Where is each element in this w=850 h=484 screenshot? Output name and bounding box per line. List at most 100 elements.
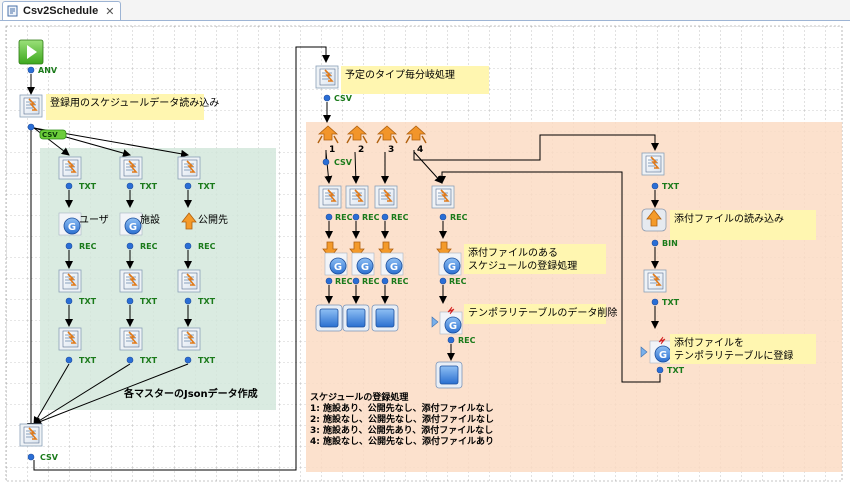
sched-1-get-out-port[interactable]	[325, 277, 333, 285]
public-json-node-1[interactable]	[177, 156, 201, 180]
branch-note: 予定のタイプ毎分岐処理	[345, 68, 455, 81]
facility-get-out-port-label: REC	[140, 242, 158, 251]
branch-number-3: 3	[388, 145, 394, 155]
attach-temp-out-port[interactable]	[656, 366, 664, 374]
sched-4-get-node-letter: G	[448, 262, 456, 273]
public-json-node-2[interactable]	[177, 269, 201, 293]
user-json-node-1[interactable]	[58, 156, 82, 180]
facility-json-node-3[interactable]	[119, 327, 143, 351]
sched-1-json-out-port-label: REC	[335, 213, 353, 222]
sched-4-end-node[interactable]	[435, 361, 463, 389]
sched-3-get-node[interactable]: G	[380, 252, 404, 276]
flow-canvas[interactable]: G G G G G G G G ANV 登録用のスケジュールデータ読み込み CSV TXT REC TX…	[0, 21, 850, 484]
branch-1-out-port[interactable]	[322, 158, 330, 166]
tab-csv2schedule[interactable]: Csv2Schedule ✕	[2, 1, 122, 20]
public-get-out-port[interactable]	[184, 242, 192, 250]
attach-json-node[interactable]	[641, 152, 665, 176]
user-get-node-letter: G	[68, 222, 76, 233]
attach-temp-note-line-1: 添付ファイルを	[674, 336, 744, 349]
public-json-node-3[interactable]	[177, 327, 201, 351]
public-get-out-port-label: REC	[198, 242, 216, 251]
read-schedule-out-port[interactable]	[27, 123, 35, 131]
facility-json-3-out-port[interactable]	[126, 356, 134, 364]
attach-read-out-port[interactable]	[651, 239, 659, 247]
sched-3-get-node-letter: G	[390, 262, 398, 273]
facility-json-node-2[interactable]	[119, 269, 143, 293]
facility-json-2-out-port[interactable]	[126, 297, 134, 305]
branch-read-node[interactable]	[315, 65, 339, 89]
sched-1-json-node[interactable]	[318, 185, 342, 209]
sched-2-json-node[interactable]	[345, 185, 369, 209]
flow-diagram[interactable]: G G G G G G G G ANV 登録用のスケジュールデータ読み込み CSV TXT REC TX…	[0, 21, 850, 484]
attach-read-out-port-label: BIN	[662, 239, 678, 248]
attach-temp-out-port-label: TXT	[667, 366, 685, 375]
start-any-port-label: ANV	[38, 66, 58, 75]
user-get-out-port[interactable]	[65, 242, 73, 250]
sched-3-json-node[interactable]	[374, 185, 398, 209]
facility-get-node[interactable]: G	[119, 212, 143, 236]
attach-register-note-line-1: 添付ファイルのある	[468, 246, 558, 259]
sched-4-get-out-label: REC	[449, 277, 467, 286]
sched-4-json-node[interactable]	[431, 185, 455, 209]
facility-label: 施設	[140, 213, 160, 226]
sched-2-end-node-face	[346, 308, 366, 328]
attach-json-out-port[interactable]	[651, 182, 659, 190]
sched-3-end-node[interactable]	[371, 304, 399, 332]
attach-temp-node-letter: G	[659, 350, 667, 361]
attach-read-note: 添付ファイルの読み込み	[674, 212, 784, 225]
facility-get-out-port[interactable]	[126, 242, 134, 250]
sched-4-get-node[interactable]: G	[438, 252, 462, 276]
attach-convert-node[interactable]	[643, 269, 667, 293]
sched-1-end-node[interactable]	[315, 304, 343, 332]
public-json-3-out-port[interactable]	[184, 356, 192, 364]
user-json-2-out-port-label: TXT	[79, 297, 97, 306]
user-label: ユーザ	[79, 214, 109, 226]
user-json-2-out-port[interactable]	[65, 297, 73, 305]
public-json-2-out-port-label: TXT	[198, 297, 216, 306]
schedule-explain-line-1: スケジュールの登録処理	[310, 391, 408, 403]
sched-2-json-out-port[interactable]	[352, 213, 360, 221]
public-json-1-out-port[interactable]	[184, 182, 192, 190]
sched-4-json-out-port[interactable]	[439, 213, 447, 221]
sched-3-json-out-port[interactable]	[381, 213, 389, 221]
tab-title: Csv2Schedule	[23, 5, 99, 17]
sched-1-get-node[interactable]: G	[324, 252, 348, 276]
sched-4-json-out-port-label: REC	[450, 213, 468, 222]
attach-json-out-port-label: TXT	[662, 182, 680, 191]
start-any-port[interactable]	[27, 66, 35, 74]
branch-number-2: 2	[358, 145, 364, 155]
user-json-node-3[interactable]	[58, 327, 82, 351]
sched-2-get-node[interactable]: G	[351, 252, 375, 276]
temp-delete-out-port[interactable]	[447, 336, 455, 344]
attach-temp-note-line-2: テンポラリテーブルに登録	[674, 349, 793, 362]
sched-2-end-node[interactable]	[342, 304, 370, 332]
facility-json-3-out-port-label: TXT	[140, 356, 158, 365]
public-json-2-out-port[interactable]	[184, 297, 192, 305]
branch-read-out-port[interactable]	[323, 94, 331, 102]
sched-4-get-out-port[interactable]	[439, 277, 447, 285]
sched-2-json-out-label: REC	[362, 213, 380, 222]
user-json-1-out-port[interactable]	[65, 182, 73, 190]
user-json-3-out-port[interactable]	[65, 356, 73, 364]
read-schedule-note: 登録用のスケジュールデータ読み込み	[50, 96, 219, 109]
sched-1-json-out-port[interactable]	[325, 213, 333, 221]
facility-json-node-1[interactable]	[119, 156, 143, 180]
attach-register-note-line-2: スケジュールの登録処理	[468, 259, 577, 272]
sched-3-get-out-port[interactable]	[381, 277, 389, 285]
selected-link-marker-label: CSV	[42, 131, 58, 139]
temp-delete-node[interactable]: G	[439, 311, 463, 335]
facility-json-1-out-port[interactable]	[126, 182, 134, 190]
user-json-3-out-port-label: TXT	[79, 356, 97, 365]
attach-temp-node[interactable]: G	[649, 340, 673, 364]
start-node[interactable]	[18, 39, 44, 65]
user-json-node-2[interactable]	[58, 269, 82, 293]
merge-csv-node[interactable]	[19, 423, 43, 447]
sched-2-get-node-letter: G	[361, 262, 369, 273]
read-schedule-node[interactable]	[19, 94, 43, 118]
sched-2-get-out-port[interactable]	[352, 277, 360, 285]
user-get-node[interactable]: G	[58, 212, 82, 236]
attach-convert-out-port[interactable]	[651, 298, 659, 306]
schedule-explain-line-4: 3: 施設あり、公開先あり、添付ファイルなし	[310, 424, 493, 436]
merge-csv-out-port[interactable]	[27, 453, 35, 461]
close-icon[interactable]: ✕	[105, 5, 114, 18]
